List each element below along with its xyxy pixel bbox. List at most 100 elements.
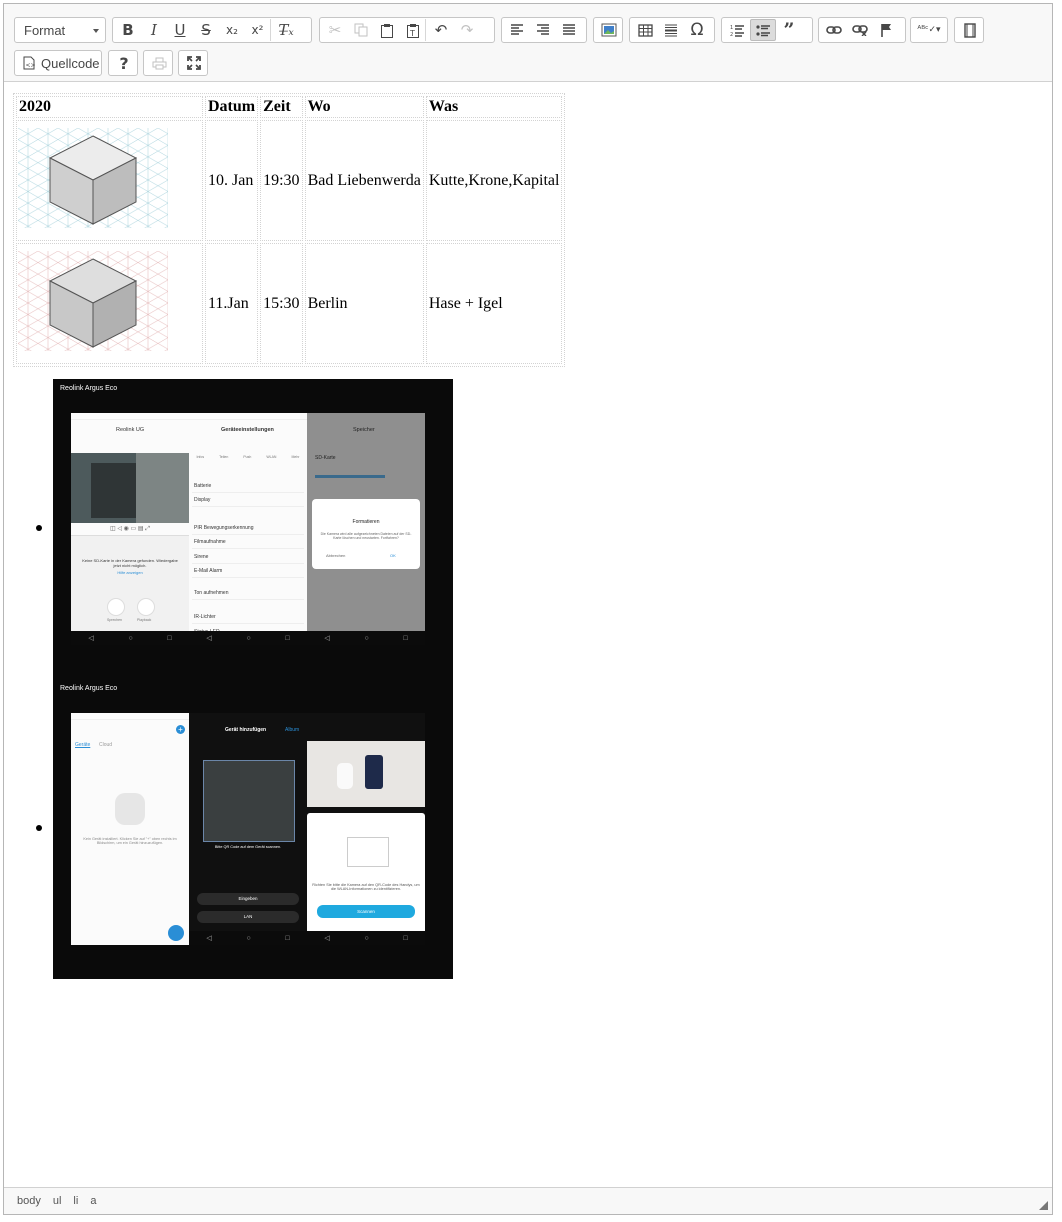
resize-handle[interactable] — [1039, 1201, 1048, 1210]
align-right-button[interactable] — [530, 19, 556, 41]
image-cell — [16, 243, 203, 364]
strikethrough-button[interactable]: S — [193, 19, 219, 41]
redo-button[interactable]: ↷ — [454, 19, 480, 41]
storage-bar — [315, 475, 385, 478]
undo-button[interactable]: ↶ — [428, 19, 454, 41]
settings-item[interactable]: Sirene — [192, 549, 304, 564]
android-nav-bar: ◁ ○ □ — [71, 631, 189, 645]
path-body[interactable]: body — [16, 1195, 42, 1207]
blockquote-button[interactable]: ” — [776, 19, 802, 41]
album-link[interactable]: Album — [285, 727, 299, 733]
bulleted-list-button[interactable] — [750, 19, 776, 41]
recent-apps-icon[interactable]: □ — [403, 635, 407, 642]
app-screenshot[interactable]: Reolink Argus Eco + Geräte Cloud Kein Ge… — [53, 679, 453, 979]
back-icon[interactable]: ◁ — [206, 634, 211, 642]
horizontal-line-button[interactable] — [658, 19, 684, 41]
print-button[interactable] — [146, 52, 172, 74]
justify-button[interactable] — [556, 19, 582, 41]
copy-button[interactable] — [348, 19, 374, 41]
settings-item[interactable]: Ton aufnehmen — [192, 585, 304, 600]
back-icon[interactable]: ◁ — [88, 634, 93, 642]
bold-button[interactable]: B — [115, 19, 141, 41]
format-dropdown[interactable]: Format — [14, 17, 106, 43]
insert-image-button[interactable] — [596, 19, 622, 41]
tab-share[interactable]: Teilen — [219, 455, 228, 463]
android-nav-bar: ◁ ○ □ — [189, 931, 307, 945]
insert-group: Ω — [629, 17, 715, 43]
path-li[interactable]: li — [72, 1195, 79, 1207]
tab-cloud[interactable]: Cloud — [99, 742, 112, 748]
underline-icon: U — [174, 21, 186, 39]
lan-button[interactable]: LAN — [197, 911, 299, 923]
svg-text:T: T — [409, 29, 415, 38]
recent-apps-icon[interactable]: □ — [285, 935, 289, 942]
help-link[interactable]: Hilfe anzeigen — [71, 570, 189, 575]
settings-item[interactable]: Batterie — [192, 478, 304, 493]
settings-item[interactable]: IR-Lichter — [192, 609, 304, 624]
path-ul[interactable]: ul — [52, 1195, 63, 1207]
cube-image[interactable] — [18, 128, 168, 228]
maximize-button[interactable] — [181, 52, 207, 74]
back-icon[interactable]: ◁ — [206, 934, 211, 942]
back-icon[interactable]: ◁ — [324, 934, 329, 942]
home-icon[interactable]: ○ — [128, 635, 132, 642]
recent-apps-icon[interactable]: □ — [167, 635, 171, 642]
home-icon[interactable]: ○ — [364, 935, 368, 942]
spellcheck-group: ᴬᴮᶜ✓▾ — [910, 17, 948, 43]
italic-button[interactable]: I — [141, 19, 167, 41]
dialog-cancel-button[interactable]: Abbrechen — [326, 553, 345, 558]
superscript-button[interactable]: x² — [245, 19, 271, 41]
tab-devices[interactable]: Geräte — [75, 742, 90, 748]
paste-button[interactable] — [374, 19, 400, 41]
phone-screen: Reolink UG ◫ ◁ ◉ ▭ ▤ ⤢ Keine SD-Karte in… — [71, 413, 189, 645]
insert-video-button[interactable] — [957, 19, 983, 41]
row-date: 10. Jan — [205, 120, 259, 241]
underline-button[interactable]: U — [167, 19, 193, 41]
playback-icon[interactable] — [137, 598, 155, 616]
app-screenshot[interactable]: Reolink Argus Eco Reolink UG ◫ ◁ ◉ ▭ ▤ ⤢… — [53, 379, 453, 679]
tab-infos[interactable]: Infos — [197, 455, 205, 463]
spellcheck-button[interactable]: ᴬᴮᶜ✓▾ — [913, 19, 945, 41]
recent-apps-icon[interactable]: □ — [403, 935, 407, 942]
back-icon[interactable]: ◁ — [324, 634, 329, 642]
home-icon[interactable]: ○ — [364, 635, 368, 642]
format-dialog: Formatieren Die Kamera wird alle aufgeze… — [312, 499, 420, 569]
settings-item[interactable]: PIR Bewegungserkennung — [192, 520, 304, 535]
cut-button[interactable]: ✂ — [322, 19, 348, 41]
subscript-button[interactable]: x₂ — [219, 19, 245, 41]
tab-more[interactable]: Mehr — [292, 455, 300, 463]
paste-text-button[interactable]: T — [400, 19, 426, 41]
tab-push[interactable]: Push — [243, 455, 251, 463]
anchor-button[interactable] — [873, 19, 899, 41]
cube-image[interactable] — [18, 251, 168, 351]
add-device-icon[interactable]: + — [176, 725, 185, 734]
screenshot-link[interactable]: Reolink Argus Eco + Geräte Cloud Kein Ge… — [53, 679, 453, 979]
scan-button[interactable]: Scannen — [317, 905, 415, 918]
settings-item[interactable]: Filmaufnahme — [192, 534, 304, 549]
tab-wlan[interactable]: WLAN — [266, 455, 276, 463]
microphone-icon[interactable] — [107, 598, 125, 616]
numbered-list-button[interactable]: 12 — [724, 19, 750, 41]
insert-table-button[interactable] — [632, 19, 658, 41]
help-button[interactable]: ? — [111, 52, 137, 74]
unlink-button[interactable] — [847, 19, 873, 41]
recent-apps-icon[interactable]: □ — [285, 635, 289, 642]
row-time: 15:30 — [260, 243, 303, 364]
special-char-button[interactable]: Ω — [684, 19, 710, 41]
settings-item[interactable]: Display — [192, 492, 304, 507]
editor-content-area[interactable]: 2020 Datum Zeit Wo Was 10. Jan 19:30 Bad… — [4, 83, 1052, 1188]
settings-item[interactable]: E-Mail Alarm — [192, 563, 304, 578]
source-button[interactable]: <> Quellcode — [17, 56, 100, 71]
align-left-button[interactable] — [504, 19, 530, 41]
path-a[interactable]: a — [89, 1195, 97, 1207]
remove-format-button[interactable]: T̶ₓ — [273, 19, 299, 41]
qr-scanner-view — [203, 760, 295, 842]
play-icon[interactable] — [168, 925, 184, 941]
link-button[interactable] — [821, 19, 847, 41]
home-icon[interactable]: ○ — [246, 635, 250, 642]
home-icon[interactable]: ○ — [246, 935, 250, 942]
sd-card-message: Keine SD-Karte in der Kamera gefunden. W… — [82, 558, 178, 568]
dialog-ok-button[interactable]: OK — [390, 553, 396, 558]
screenshot-link[interactable]: Reolink Argus Eco Reolink UG ◫ ◁ ◉ ▭ ▤ ⤢… — [53, 379, 453, 679]
enter-button[interactable]: Eingeben — [197, 893, 299, 905]
